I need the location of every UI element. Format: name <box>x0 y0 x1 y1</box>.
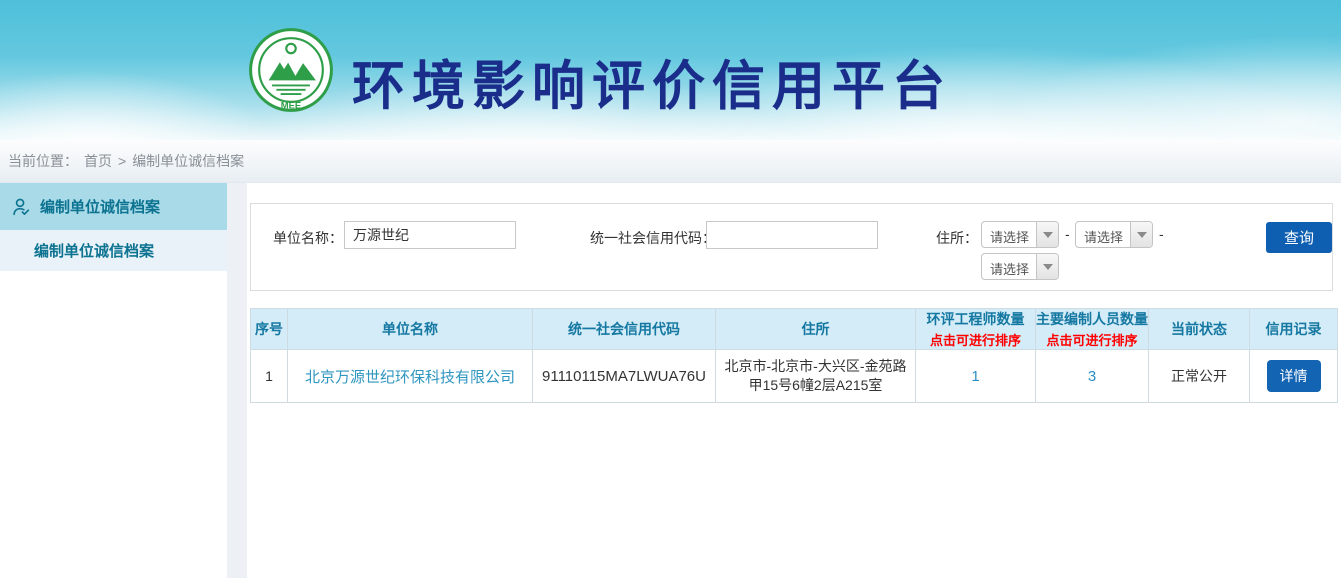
chevron-down-icon[interactable] <box>1036 222 1058 247</box>
site-banner: MEE 环境影响评价信用平台 <box>0 0 1341 140</box>
site-title: 环境影响评价信用平台 <box>352 44 952 120</box>
page: MEE 环境影响评价信用平台 当前位置： 首页 > 编制单位诚信档案 编制单位诚… <box>0 0 1341 578</box>
sidebar-subitem-label: 编制单位诚信档案 <box>34 240 154 261</box>
main-panel: 单位名称： 统一社会信用代码： 住所： 请选择 - 请选择 - 请选择 <box>247 183 1341 578</box>
city-select[interactable]: 请选择 <box>1075 221 1153 248</box>
credit-code-value: 91110115MA7LWUA76U <box>533 350 716 403</box>
col-header-status: 当前状态 <box>1149 309 1250 350</box>
breadcrumb: 当前位置： 首页 > 编制单位诚信档案 <box>0 140 1341 183</box>
col-header-engineer-count: 环评工程师数量 点击可进行排序 <box>916 309 1036 350</box>
col-header-staff-count: 主要编制人员数量 点击可进行排序 <box>1036 309 1149 350</box>
chevron-down-icon[interactable] <box>1036 254 1058 279</box>
address-label: 住所： <box>936 228 978 248</box>
sidebar-item-archive-active[interactable]: 编制单位诚信档案 <box>0 183 227 230</box>
col-header-engineer-count-label: 环评工程师数量 <box>927 311 1025 327</box>
content-area: 编制单位诚信档案 编制单位诚信档案 单位名称： 统一社会信用代码： 住所： 请选… <box>0 183 1341 578</box>
address-line-2: 甲15号6幢2层A215室 <box>716 376 915 395</box>
company-name-link[interactable]: 北京万源世纪环保科技有限公司 <box>305 369 515 386</box>
col-header-credit-code: 统一社会信用代码 <box>533 309 716 350</box>
unit-name-label: 单位名称： <box>273 228 343 248</box>
breadcrumb-separator: > <box>118 153 126 169</box>
credit-code-label: 统一社会信用代码： <box>590 228 716 248</box>
mee-logo-icon: MEE <box>248 27 334 113</box>
detail-button[interactable]: 详情 <box>1267 360 1321 392</box>
city-select-value: 请选择 <box>1084 227 1123 246</box>
engineer-sort-link[interactable]: 点击可进行排序 <box>916 330 1035 349</box>
engineer-count-link[interactable]: 1 <box>971 368 979 385</box>
credit-code-input[interactable] <box>706 221 878 249</box>
staff-count-link[interactable]: 3 <box>1088 368 1096 385</box>
logo-mee-text: MEE <box>281 101 302 112</box>
status-text: 正常公开 <box>1149 350 1250 403</box>
district-select-value: 请选择 <box>990 259 1029 278</box>
sidebar-item-archive-sub[interactable]: 编制单位诚信档案 <box>0 230 227 271</box>
address-dash-2: - <box>1159 226 1164 242</box>
search-form: 单位名称： 统一社会信用代码： 住所： 请选择 - 请选择 - 请选择 <box>250 203 1333 291</box>
col-header-address: 住所 <box>716 309 916 350</box>
district-select[interactable]: 请选择 <box>981 253 1059 280</box>
breadcrumb-home-link[interactable]: 首页 <box>84 151 112 171</box>
row-index: 1 <box>251 350 288 403</box>
breadcrumb-prefix: 当前位置： <box>8 151 78 171</box>
address-line-1: 北京市-北京市-大兴区-金苑路 <box>716 357 915 376</box>
results-table: 序号 单位名称 统一社会信用代码 住所 环评工程师数量 点击可进行排序 主要编制… <box>250 308 1338 403</box>
breadcrumb-current: 编制单位诚信档案 <box>132 151 244 171</box>
unit-name-input[interactable] <box>344 221 516 249</box>
col-header-staff-count-label: 主要编制人员数量 <box>1036 311 1148 327</box>
person-check-icon <box>10 196 32 218</box>
table-header-row: 序号 单位名称 统一社会信用代码 住所 环评工程师数量 点击可进行排序 主要编制… <box>251 309 1338 350</box>
chevron-down-icon[interactable] <box>1130 222 1152 247</box>
sidebar-item-label: 编制单位诚信档案 <box>40 196 160 217</box>
sidebar: 编制单位诚信档案 编制单位诚信档案 <box>0 183 227 578</box>
province-select[interactable]: 请选择 <box>981 221 1059 248</box>
col-header-company: 单位名称 <box>288 309 533 350</box>
query-button[interactable]: 查询 <box>1266 222 1332 253</box>
col-header-index: 序号 <box>251 309 288 350</box>
address-dash-1: - <box>1065 226 1070 242</box>
table-row: 1 北京万源世纪环保科技有限公司 91110115MA7LWUA76U 北京市-… <box>251 350 1338 403</box>
staff-sort-link[interactable]: 点击可进行排序 <box>1036 330 1148 349</box>
col-header-credit-record: 信用记录 <box>1250 309 1338 350</box>
province-select-value: 请选择 <box>990 227 1029 246</box>
